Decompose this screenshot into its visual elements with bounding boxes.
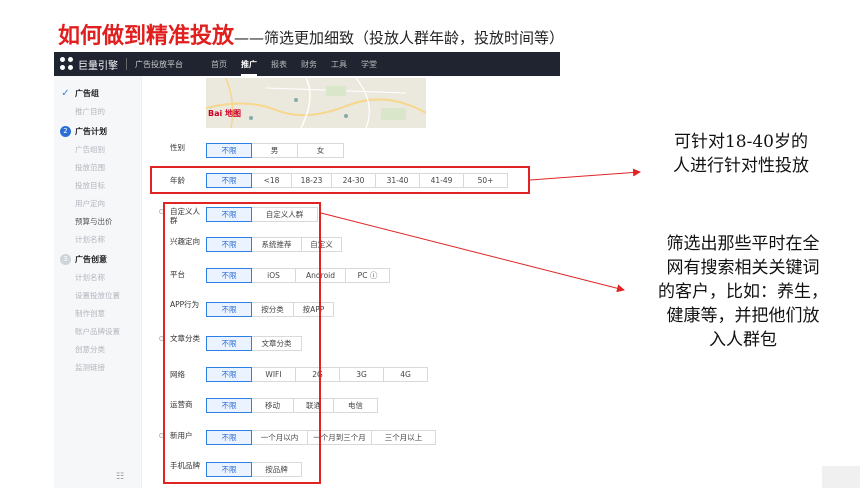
filter-annotation: 筛选出那些平时在全 网有搜索相关关键词 的客户，比如：养生， 健康等，并把他们放…: [636, 232, 850, 352]
age-arrow: [529, 168, 641, 181]
corner-decoration: [822, 466, 860, 488]
age-annotation-line: 可针对18-40岁的: [673, 132, 808, 152]
filter-annotation-line: 筛选出那些平时在全: [666, 234, 820, 254]
age-annotation-line: 人进行针对性投放: [673, 156, 809, 176]
filter-annotation-line: 入人群包: [709, 330, 777, 350]
filter-annotation-line: 的客户，比如：养生，: [658, 282, 828, 302]
filter-annotation-line: 网有搜索相关关键词: [666, 258, 820, 278]
age-annotation: 可针对18-40岁的 人进行针对性投放: [646, 130, 836, 178]
filter-annotation-line: 健康等，并把他们放: [666, 306, 820, 326]
filter-arrow: [320, 212, 625, 293]
